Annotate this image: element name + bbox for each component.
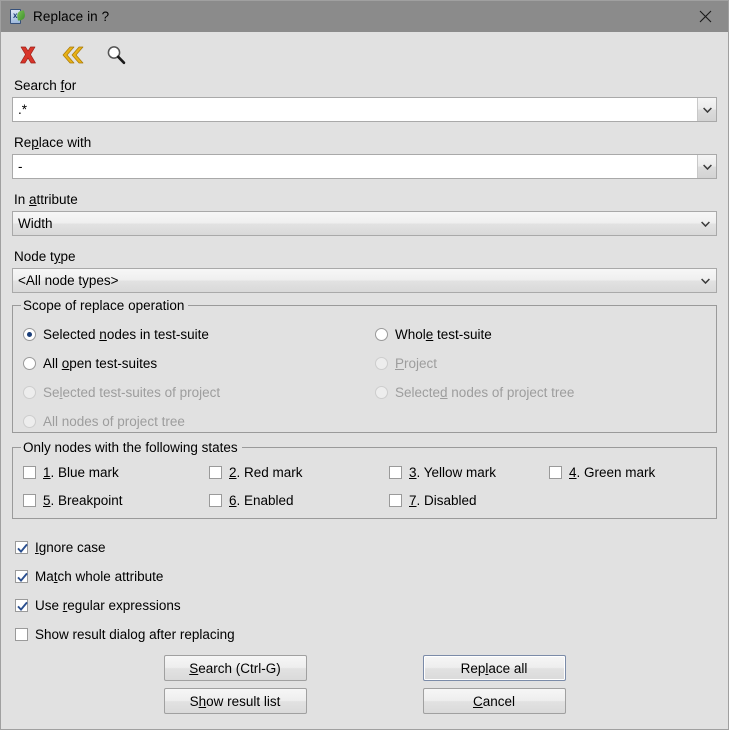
scope-option-label: All open test-suites: [43, 356, 158, 371]
search-icon[interactable]: [101, 40, 131, 70]
scope-option-label: Selected nodes of project tree: [395, 385, 575, 400]
search-for-combo[interactable]: .*: [12, 97, 717, 122]
state-checkbox-disabled[interactable]: 7. Disabled: [389, 486, 549, 514]
option-label: Ignore case: [35, 540, 106, 555]
in-attribute-label: In attribute: [14, 192, 78, 207]
checkbox-icon: [15, 541, 28, 554]
scope-option-label: Selected test-suites of project: [43, 385, 221, 400]
close-icon[interactable]: [682, 1, 728, 32]
checkbox-icon: [209, 465, 222, 479]
scope-option-all-open-test-suites[interactable]: All open test-suites: [23, 349, 375, 378]
state-checkbox-yellow-mark[interactable]: 3. Yellow mark: [389, 458, 549, 486]
node-type-select[interactable]: <All node types>: [12, 268, 717, 293]
state-label: 2. Red mark: [229, 464, 303, 480]
option-label: Match whole attribute: [35, 569, 164, 584]
option-match-whole-attribute[interactable]: Match whole attribute: [15, 562, 717, 591]
scope-option-project: Project: [375, 349, 706, 378]
window-title: Replace in ?: [33, 9, 110, 24]
clear-icon[interactable]: [13, 40, 43, 70]
checkbox-icon: [15, 570, 28, 583]
chevron-down-icon: [701, 277, 710, 284]
state-label: 4. Green mark: [569, 464, 656, 480]
radio-icon: [375, 328, 388, 341]
previous-icon[interactable]: [57, 40, 87, 70]
option-label: Show result dialog after replacing: [35, 627, 235, 642]
state-checkbox-enabled[interactable]: 6. Enabled: [209, 486, 389, 514]
title-bar: Replace in ?: [1, 1, 728, 32]
scope-group: Scope of replace operation Selected node…: [12, 298, 717, 436]
scope-option-label: Whole test-suite: [395, 327, 492, 342]
in-attribute-value: Width: [18, 216, 53, 231]
state-label: 7. Disabled: [409, 492, 477, 508]
dialog-body: Search for .* Replace with - In attribut…: [1, 77, 728, 729]
radio-icon: [23, 357, 36, 370]
checkbox-icon: [209, 493, 222, 507]
scope-group-legend: Scope of replace operation: [21, 298, 189, 313]
node-type-value: <All node types>: [18, 273, 119, 288]
radio-icon: [23, 415, 36, 428]
option-use-regular-expressions[interactable]: Use regular expressions: [15, 591, 717, 620]
radio-icon: [375, 357, 388, 370]
checkbox-icon: [389, 465, 402, 479]
search-for-label: Search for: [14, 78, 77, 93]
radio-icon: [23, 386, 36, 399]
checkbox-icon: [23, 493, 36, 507]
replace-all-button[interactable]: Replace all: [422, 655, 566, 681]
search-for-input[interactable]: .*: [13, 98, 697, 121]
options-list: Ignore case Match whole attribute Use re…: [15, 533, 717, 649]
states-group-legend: Only nodes with the following states: [21, 440, 242, 455]
node-type-label: Node type: [14, 249, 76, 264]
option-ignore-case[interactable]: Ignore case: [15, 533, 717, 562]
state-checkbox-red-mark[interactable]: 2. Red mark: [209, 458, 389, 486]
state-label: 5. Breakpoint: [43, 492, 123, 508]
chevron-down-icon: [701, 220, 710, 227]
checkbox-icon: [549, 465, 562, 479]
state-checkbox-blue-mark[interactable]: 1. Blue mark: [23, 458, 209, 486]
scope-option-selected-test-suites-of-project: Selected test-suites of project: [23, 378, 375, 407]
checkbox-icon: [23, 465, 36, 479]
scope-option-selected-nodes-of-project-tree: Selected nodes of project tree: [375, 378, 706, 407]
option-label: Use regular expressions: [35, 598, 181, 613]
in-attribute-select[interactable]: Width: [12, 211, 717, 236]
search-button[interactable]: Search (Ctrl-G): [163, 655, 307, 681]
show-result-list-button[interactable]: Show result list: [163, 688, 307, 714]
scope-option-label: Selected nodes in test-suite: [43, 327, 209, 342]
scope-option-all-nodes-of-project-tree: All nodes of project tree: [23, 407, 375, 436]
replace-dialog: Replace in ? Search: [0, 0, 729, 730]
button-bar: Search (Ctrl-G) Replace all Show result …: [1, 655, 728, 721]
checkbox-icon: [389, 493, 402, 507]
replace-with-combo[interactable]: -: [12, 154, 717, 179]
checkbox-icon: [15, 599, 28, 612]
scope-option-whole-test-suite[interactable]: Whole test-suite: [375, 320, 706, 349]
option-show-result-dialog[interactable]: Show result dialog after replacing: [15, 620, 717, 649]
state-checkbox-green-mark[interactable]: 4. Green mark: [549, 458, 706, 486]
checkbox-icon: [15, 628, 28, 641]
scope-option-selected-nodes-in-test-suite[interactable]: Selected nodes in test-suite: [23, 320, 375, 349]
scope-option-label: Project: [395, 356, 438, 371]
cancel-button[interactable]: Cancel: [422, 688, 566, 714]
search-for-dropdown-button[interactable]: [697, 98, 716, 121]
scope-option-label: All nodes of project tree: [43, 414, 185, 429]
state-label: 6. Enabled: [229, 492, 294, 508]
states-group: Only nodes with the following states 1. …: [12, 440, 717, 519]
replace-with-input[interactable]: -: [13, 155, 697, 178]
state-label: 3. Yellow mark: [409, 464, 497, 480]
toolbar: [1, 32, 728, 77]
replace-with-dropdown-button[interactable]: [697, 155, 716, 178]
document-leaf-icon: [9, 8, 26, 25]
radio-icon: [23, 328, 36, 341]
state-label: 1. Blue mark: [43, 464, 119, 480]
radio-icon: [375, 386, 388, 399]
state-checkbox-breakpoint[interactable]: 5. Breakpoint: [23, 486, 209, 514]
replace-with-label: Replace with: [14, 135, 92, 150]
